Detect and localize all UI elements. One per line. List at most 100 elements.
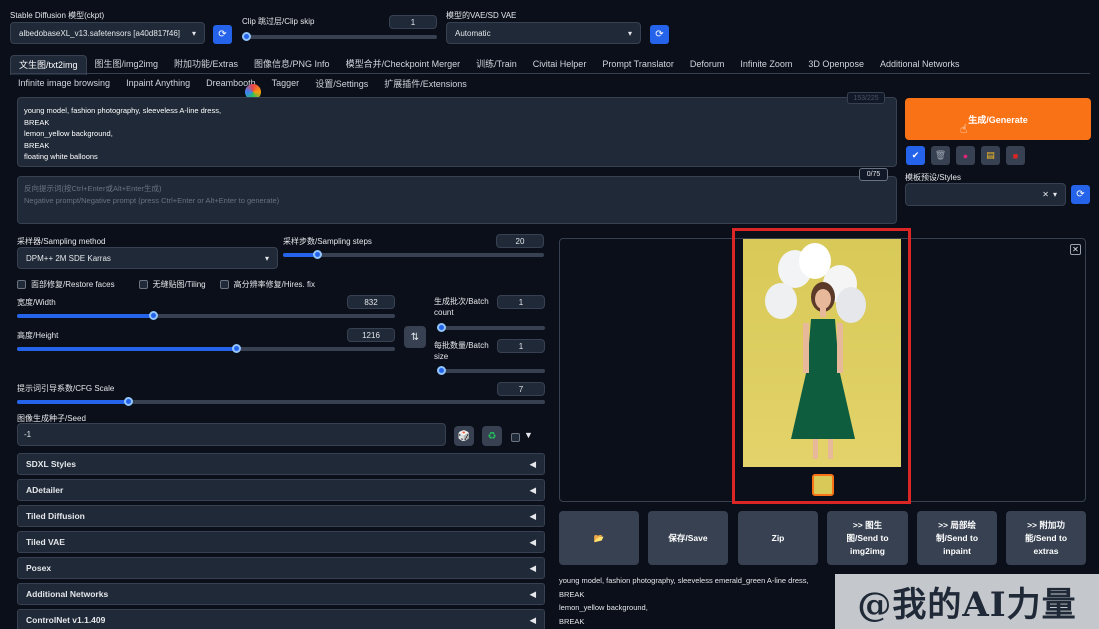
- batch-size-input[interactable]: 1: [497, 339, 545, 353]
- check-icon[interactable]: ✔: [906, 146, 925, 165]
- swap-dimensions-button[interactable]: ⇅: [404, 326, 426, 348]
- slider-knob[interactable]: [437, 366, 446, 375]
- subtab-1[interactable]: Inpaint Anything: [118, 78, 198, 88]
- neg-token-counter: 0/75: [859, 168, 888, 181]
- height-input[interactable]: 1216: [347, 328, 395, 342]
- accordion-0[interactable]: SDXL Styles ◀: [17, 453, 545, 475]
- clip-skip-label: Clip 跳过层/Clip skip: [242, 17, 315, 26]
- folder-icon: 📂: [593, 532, 605, 543]
- steps-slider[interactable]: [283, 250, 544, 259]
- trash-icon[interactable]: 🗑: [931, 146, 950, 165]
- tab-2[interactable]: 附加功能/Extras: [166, 55, 246, 74]
- dice-icon: 🎲: [457, 430, 471, 442]
- tab-8[interactable]: Deforum: [682, 55, 733, 74]
- subtab-5[interactable]: 扩展插件/Extensions: [376, 77, 475, 90]
- slider-knob[interactable]: [312, 250, 322, 259]
- close-icon[interactable]: ✕: [1070, 244, 1081, 255]
- caret-left-icon: ◀: [529, 562, 536, 573]
- prompt-tools: ✔ 🗑 ● ▤ ■: [906, 146, 1025, 165]
- accordion-1[interactable]: ADetailer ◀: [17, 479, 545, 501]
- send-img2img-line-3: img2img: [850, 545, 885, 556]
- chevron-down-icon: ▾: [264, 253, 269, 263]
- ckpt-select[interactable]: albedobaseXL_v13.safetensors [a40d817f46…: [10, 22, 205, 44]
- subtab-3[interactable]: Tagger: [264, 78, 308, 88]
- refresh-styles-button[interactable]: ⟳: [1071, 185, 1090, 204]
- prompt-line: BREAK: [24, 140, 50, 150]
- checkbox-box[interactable]: [511, 433, 520, 443]
- extra-networks-icon[interactable]: ●: [956, 146, 975, 165]
- subtab-4[interactable]: 设置/Settings: [307, 77, 376, 90]
- caret-left-icon: ◀: [529, 510, 536, 521]
- accordion-5[interactable]: Additional Networks ◀: [17, 583, 545, 605]
- tab-11[interactable]: Additional Networks: [872, 55, 968, 74]
- accordion-6[interactable]: ControlNet v1.1.409 ◀: [17, 609, 545, 629]
- ckpt-label: Stable Diffusion 模型(ckpt): [10, 11, 105, 20]
- sampler-select[interactable]: DPM++ 2M SDE Karras ▾: [17, 247, 278, 269]
- tab-6[interactable]: Civitai Helper: [525, 55, 595, 74]
- generate-button[interactable]: 生成/Generate: [905, 98, 1091, 140]
- width-slider[interactable]: [17, 311, 395, 320]
- tab-0[interactable]: 文生图/txt2img: [10, 54, 87, 75]
- tab-7[interactable]: Prompt Translator: [594, 55, 682, 74]
- accordion-label: SDXL Styles: [26, 459, 76, 469]
- clipboard-icon[interactable]: ▤: [981, 146, 1000, 165]
- clip-skip-slider[interactable]: [242, 32, 437, 41]
- tab-9[interactable]: Infinite Zoom: [732, 55, 800, 74]
- random-seed-button[interactable]: 🎲: [454, 426, 474, 446]
- save-button[interactable]: 保存/Save: [648, 511, 728, 565]
- cfg-input[interactable]: 7: [497, 382, 545, 396]
- hires-checkbox[interactable]: 高分辨率修复/Hires. fix: [219, 279, 315, 290]
- slider-knob[interactable]: [232, 344, 242, 353]
- tab-3[interactable]: 图像信息/PNG Info: [246, 55, 338, 74]
- batch-count-input[interactable]: 1: [497, 295, 545, 309]
- reuse-seed-button[interactable]: ♻: [482, 426, 502, 446]
- tab-1[interactable]: 图生图/img2img: [87, 55, 167, 74]
- accordion-3[interactable]: Tiled VAE ◀: [17, 531, 545, 553]
- checkbox-box[interactable]: [17, 280, 26, 289]
- tabs-divider: [10, 73, 1090, 74]
- restore-faces-checkbox[interactable]: 面部修复/Restore faces: [17, 279, 115, 290]
- send-to-inpaint-button[interactable]: >> 局部绘 制/Send to inpaint: [917, 511, 997, 565]
- slider-knob[interactable]: [123, 397, 133, 406]
- accordion-label: ControlNet v1.1.409: [26, 615, 106, 625]
- batch-count-slider[interactable]: [437, 323, 545, 332]
- refresh-vae-button[interactable]: ⟳: [650, 25, 669, 44]
- open-folder-button[interactable]: 📂: [559, 511, 639, 565]
- cfg-slider[interactable]: [17, 397, 545, 406]
- prompt-textarea[interactable]: young model, fashion photography, sleeve…: [17, 97, 897, 167]
- prompt-line: BREAK: [24, 117, 50, 127]
- height-slider[interactable]: [17, 344, 395, 353]
- caret-left-icon: ◀: [529, 614, 536, 625]
- negative-prompt-textarea[interactable]: 反向提示词(按Ctrl+Enter或Alt+Enter生成) Negative …: [17, 176, 897, 224]
- tab-5[interactable]: 训练/Train: [468, 55, 525, 74]
- send-to-extras-button[interactable]: >> 附加功 能/Send to extras: [1006, 511, 1086, 565]
- checkbox-box[interactable]: [138, 280, 148, 289]
- checkbox-box[interactable]: [219, 280, 229, 289]
- send-to-img2img-button[interactable]: >> 图生 图/Send to img2img: [827, 511, 908, 565]
- clear-icon[interactable]: ✕: [1042, 190, 1049, 199]
- caret-down-icon[interactable]: ▼: [524, 430, 533, 440]
- neg-placeholder-2: Negative prompt/Negative prompt (press C…: [24, 195, 280, 205]
- seed-input[interactable]: -1: [17, 423, 446, 446]
- tab-10[interactable]: 3D Openpose: [800, 55, 872, 74]
- slider-knob[interactable]: [149, 311, 159, 320]
- accordion-4[interactable]: Posex ◀: [17, 557, 545, 579]
- save-style-icon[interactable]: ■: [1006, 146, 1025, 165]
- chevron-down-icon: ▾: [191, 28, 196, 38]
- accordion-2[interactable]: Tiled Diffusion ◀: [17, 505, 545, 527]
- steps-input[interactable]: 20: [496, 234, 544, 248]
- extra-seed-checkbox[interactable]: [511, 432, 520, 443]
- vae-select[interactable]: Automatic ▾: [446, 22, 641, 44]
- refresh-ckpt-button[interactable]: ⟳: [213, 25, 232, 44]
- secondary-tabs: Infinite image browsing Inpaint Anything D…: [10, 76, 475, 90]
- tiling-checkbox[interactable]: 无缝贴图/Tiling: [138, 279, 206, 290]
- subtab-0[interactable]: Infinite image browsing: [10, 78, 118, 88]
- clip-skip-input[interactable]: 1: [389, 15, 437, 29]
- width-input[interactable]: 832: [347, 295, 395, 309]
- styles-select[interactable]: ✕ ▾: [905, 183, 1066, 206]
- slider-knob[interactable]: [437, 323, 446, 332]
- slider-knob[interactable]: [242, 32, 251, 41]
- tab-4[interactable]: 模型合并/Checkpoint Merger: [338, 55, 469, 74]
- batch-size-slider[interactable]: [437, 366, 545, 375]
- zip-button[interactable]: Zip: [738, 511, 818, 565]
